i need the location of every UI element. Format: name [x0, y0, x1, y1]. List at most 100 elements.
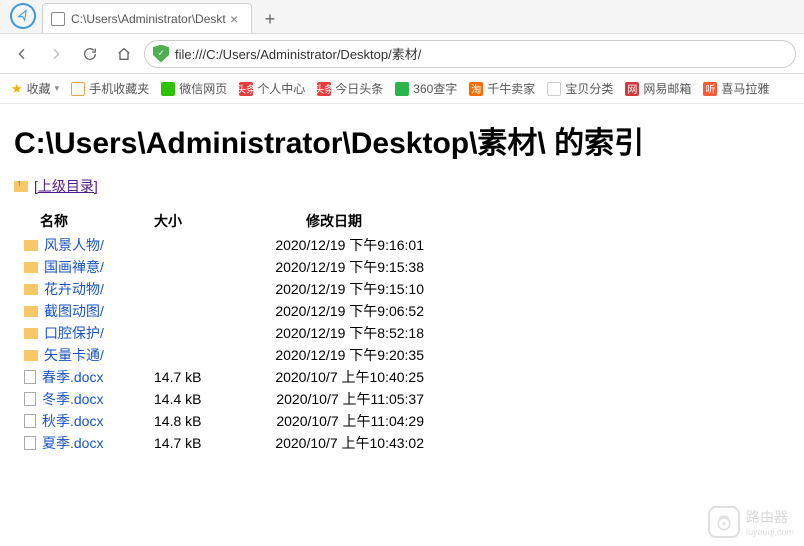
star-icon: ★	[11, 81, 23, 97]
bookmark-item[interactable]: 网网易邮箱	[622, 78, 694, 99]
size-cell	[144, 300, 234, 322]
bookmark-item[interactable]: 360查字	[392, 78, 460, 99]
table-row: 花卉动物/2020/12/19 下午9:15:10	[14, 278, 434, 300]
bookmark-item[interactable]: 手机收藏夹	[68, 78, 152, 99]
table-row: 口腔保护/2020/12/19 下午8:52:18	[14, 322, 434, 344]
close-tab-icon[interactable]: ×	[226, 11, 242, 27]
table-row: 国画禅意/2020/12/19 下午9:15:38	[14, 256, 434, 278]
date-cell: 2020/10/7 上午10:43:02	[234, 432, 434, 454]
bookmark-item[interactable]: 头条个人中心	[236, 78, 308, 99]
app-logo-icon	[7, 0, 39, 32]
bookmark-icon: 淘	[469, 82, 483, 96]
file-link[interactable]: 夏季.docx	[42, 433, 103, 453]
name-cell: 秋季.docx	[14, 410, 144, 432]
date-cell: 2020/12/19 下午9:15:10	[234, 278, 434, 300]
table-row: 秋季.docx14.8 kB2020/10/7 上午11:04:29	[14, 410, 434, 432]
bookmark-label: 今日头条	[335, 80, 383, 97]
bookmark-item[interactable]: 淘千牛卖家	[466, 78, 538, 99]
col-date[interactable]: 修改日期	[234, 208, 434, 234]
dir-link[interactable]: 花卉动物/	[44, 279, 104, 299]
bookmark-label: 千牛卖家	[487, 80, 535, 97]
file-link[interactable]: 春季.docx	[42, 367, 103, 387]
dir-link[interactable]: 口腔保护/	[44, 323, 104, 343]
favorites-label: 收藏	[27, 80, 51, 97]
size-cell	[144, 256, 234, 278]
date-cell: 2020/10/7 上午11:05:37	[234, 388, 434, 410]
table-row: 春季.docx14.7 kB2020/10/7 上午10:40:25	[14, 366, 434, 388]
parent-dir-row: [上级目录]	[14, 176, 790, 196]
bookmark-icon: 听	[703, 82, 717, 96]
reload-button[interactable]	[76, 40, 104, 68]
browser-tab[interactable]: C:\Users\Administrator\Deskt ×	[42, 3, 252, 33]
tab-title: C:\Users\Administrator\Deskt	[71, 12, 226, 26]
col-size[interactable]: 大小	[144, 208, 234, 234]
date-cell: 2020/12/19 下午9:20:35	[234, 344, 434, 366]
bookmark-icon: 网	[625, 82, 639, 96]
home-button[interactable]	[110, 40, 138, 68]
file-listing-table: 名称 大小 修改日期 风景人物/2020/12/19 下午9:16:01国画禅意…	[14, 208, 434, 454]
bookmark-label: 微信网页	[179, 80, 227, 97]
date-cell: 2020/12/19 下午8:52:18	[234, 322, 434, 344]
bookmark-icon	[547, 82, 561, 96]
file-icon	[24, 392, 36, 406]
folder-up-icon	[14, 181, 28, 192]
file-icon	[24, 436, 36, 450]
date-cell: 2020/12/19 下午9:06:52	[234, 300, 434, 322]
table-row: 风景人物/2020/12/19 下午9:16:01	[14, 234, 434, 256]
back-button[interactable]	[8, 40, 36, 68]
table-row: 截图动图/2020/12/19 下午9:06:52	[14, 300, 434, 322]
tab-bar: C:\Users\Administrator\Deskt × +	[0, 0, 804, 34]
bookmark-icon: 头条	[317, 82, 331, 96]
dir-link[interactable]: 截图动图/	[44, 301, 104, 321]
file-icon	[24, 414, 36, 428]
size-cell: 14.7 kB	[144, 432, 234, 454]
table-row: 冬季.docx 14.4 kB2020/10/7 上午11:05:37	[14, 388, 434, 410]
bookmark-icon: 头条	[239, 82, 253, 96]
size-cell: 14.8 kB	[144, 410, 234, 432]
file-link[interactable]: 冬季.docx	[42, 389, 103, 409]
name-cell: 春季.docx	[14, 366, 144, 388]
name-cell: 夏季.docx	[14, 432, 144, 454]
folder-icon	[24, 284, 38, 295]
name-cell: 冬季.docx	[14, 388, 144, 410]
size-cell	[144, 322, 234, 344]
dir-link[interactable]: 风景人物/	[44, 235, 104, 255]
bookmark-label: 手机收藏夹	[89, 80, 149, 97]
bookmark-item[interactable]: 宝贝分类	[544, 78, 616, 99]
watermark: 路由器 luyouqi.com	[708, 506, 794, 538]
url-input[interactable]: ✓ file:///C:/Users/Administrator/Desktop…	[144, 40, 796, 68]
shield-icon: ✓	[153, 45, 169, 63]
bookmark-label: 360查字	[413, 80, 457, 97]
size-cell	[144, 278, 234, 300]
forward-button[interactable]	[42, 40, 70, 68]
folder-icon	[24, 240, 38, 251]
dir-link[interactable]: 国画禅意/	[44, 257, 104, 277]
parent-dir-link[interactable]: [上级目录]	[34, 176, 98, 196]
bookmark-item[interactable]: 微信网页	[158, 78, 230, 99]
name-cell: 国画禅意/	[14, 256, 144, 278]
size-cell: 14.4 kB	[144, 388, 234, 410]
name-cell: 截图动图/	[14, 300, 144, 322]
new-tab-button[interactable]: +	[256, 5, 284, 33]
date-cell: 2020/12/19 下午9:15:38	[234, 256, 434, 278]
file-link[interactable]: 秋季.docx	[42, 411, 103, 431]
bookmark-item[interactable]: 听喜马拉雅	[700, 78, 772, 99]
table-row: 夏季.docx 14.7 kB2020/10/7 上午10:43:02	[14, 432, 434, 454]
name-cell: 花卉动物/	[14, 278, 144, 300]
size-cell	[144, 234, 234, 256]
bookmark-label: 宝贝分类	[565, 80, 613, 97]
watermark-icon	[708, 506, 740, 538]
date-cell: 2020/12/19 下午9:16:01	[234, 234, 434, 256]
dir-link[interactable]: 矢量卡通/	[44, 345, 104, 365]
bookmark-label: 个人中心	[257, 80, 305, 97]
watermark-text: 路由器	[746, 509, 788, 525]
bookmark-icon	[161, 82, 175, 96]
name-cell: 风景人物/	[14, 234, 144, 256]
bookmark-label: 网易邮箱	[643, 80, 691, 97]
bookmark-icon	[71, 82, 85, 96]
favorites-button[interactable]: ★ 收藏 ▾	[8, 78, 62, 99]
url-text: file:///C:/Users/Administrator/Desktop/素…	[175, 44, 787, 63]
col-name[interactable]: 名称	[14, 208, 144, 234]
folder-icon	[24, 262, 38, 273]
bookmark-item[interactable]: 头条今日头条	[314, 78, 386, 99]
